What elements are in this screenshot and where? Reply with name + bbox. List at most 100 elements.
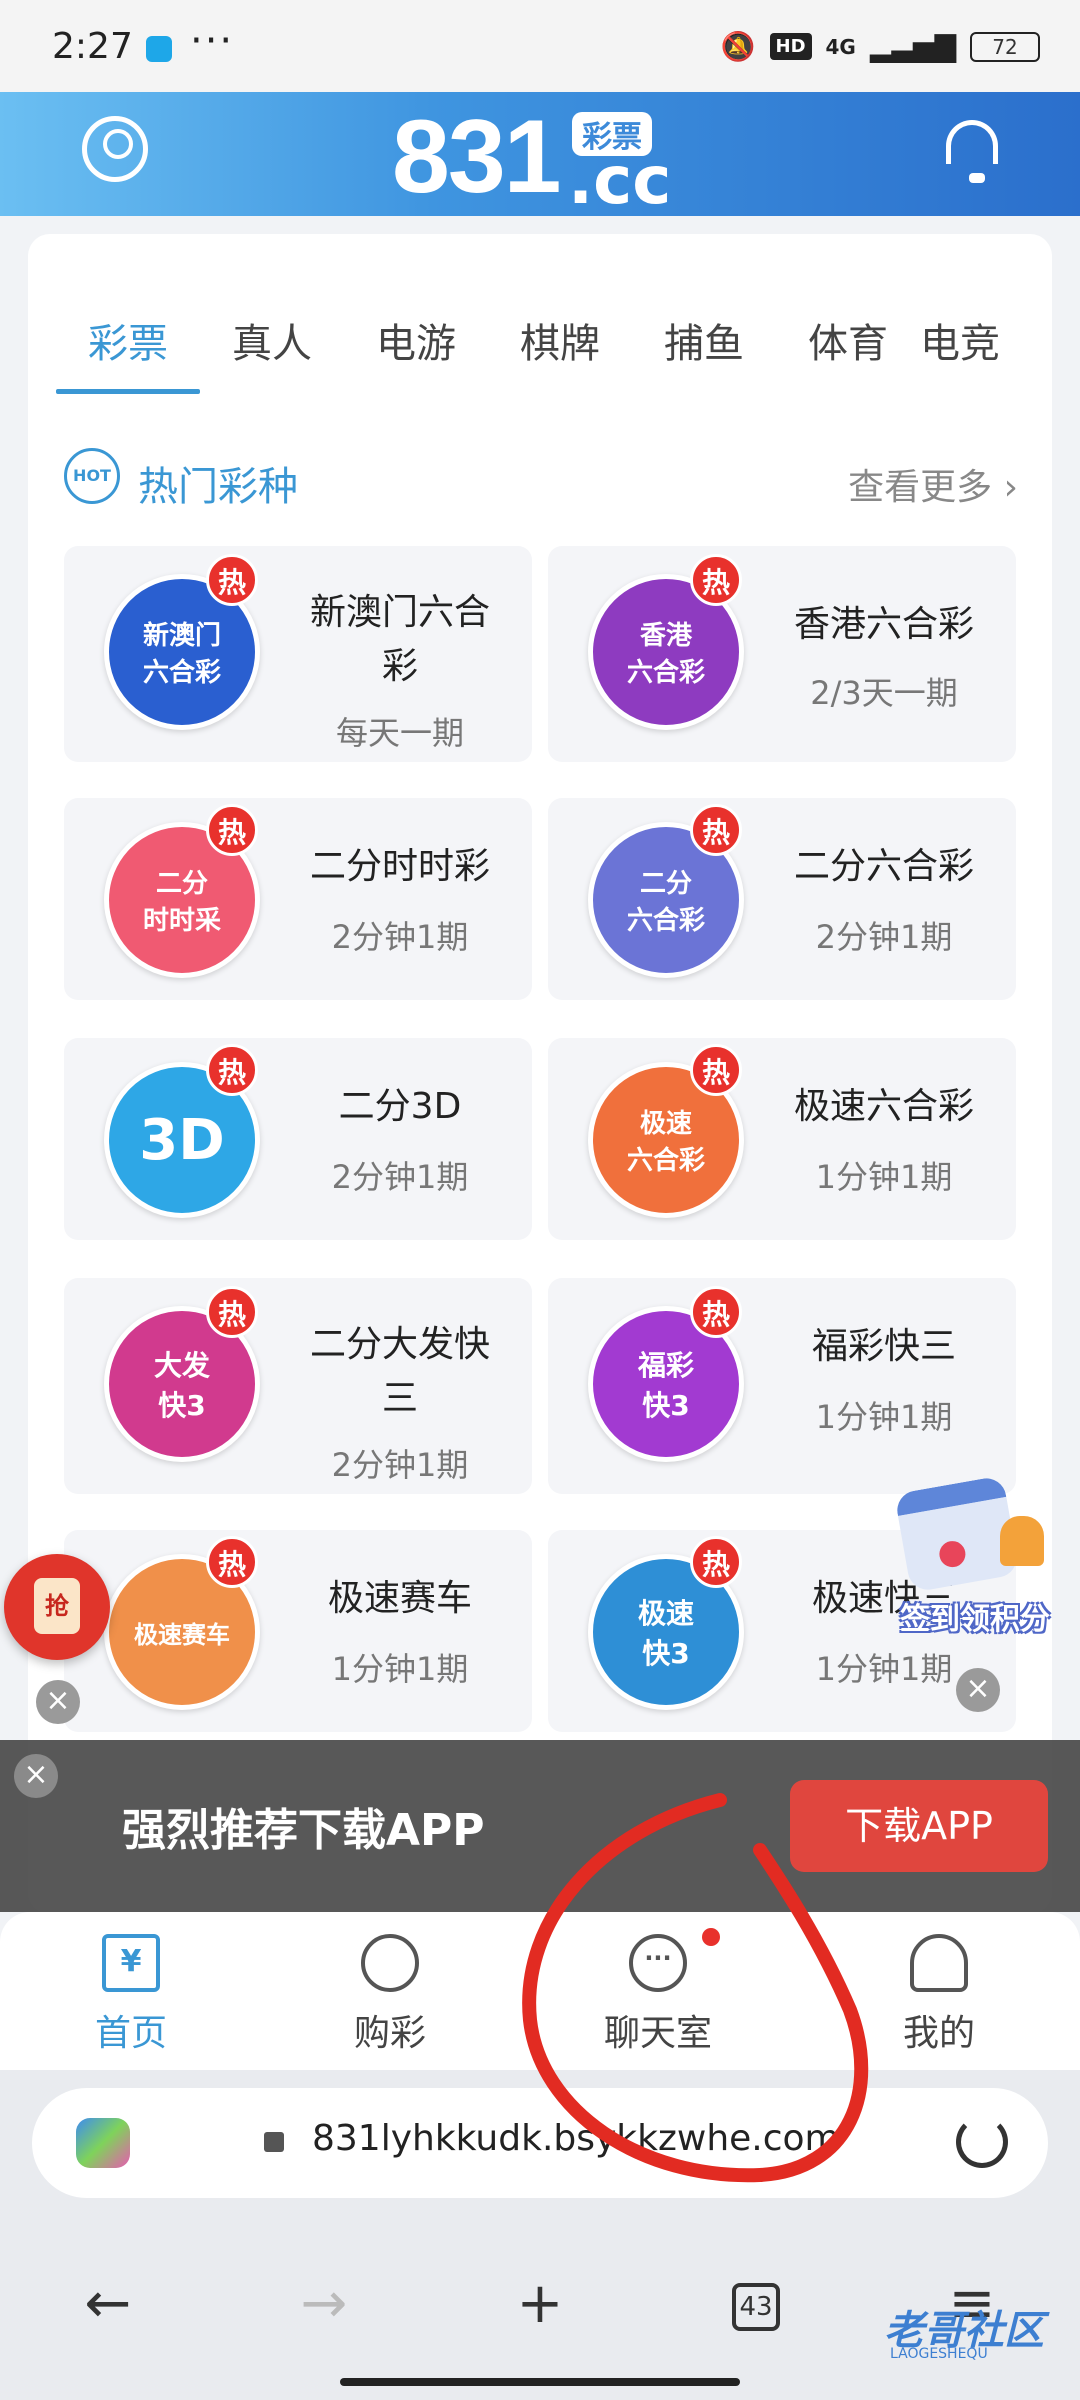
nav-profile[interactable]: 我的	[798, 1912, 1080, 2070]
banner-close-icon[interactable]: ×	[14, 1754, 58, 1798]
back-button[interactable]: ←	[0, 2244, 216, 2364]
game-logo-text: 福彩 快3	[637, 1349, 694, 1422]
red-packet-label: 抢	[34, 1578, 80, 1634]
signal-icon: ▂▃▅▇	[869, 30, 956, 63]
nav-buy[interactable]: 购彩	[262, 1912, 518, 2070]
game-card-2min-ssc[interactable]: 二分 时时采 热 二分时时彩 2分钟1期	[64, 798, 532, 1000]
tabs-button[interactable]: 43	[648, 2244, 864, 2364]
forward-button[interactable]: →	[216, 2244, 432, 2364]
game-period: 2/3天一期	[810, 674, 958, 712]
tab-lottery[interactable]: 彩票	[56, 294, 200, 394]
game-card-fast-mark6[interactable]: 极速 六合彩 热 极速六合彩 1分钟1期	[548, 1038, 1016, 1240]
tab-cards[interactable]: 棋牌	[488, 294, 632, 394]
game-name: 新澳门六合彩	[309, 592, 490, 687]
more-notifications-icon: ···	[190, 18, 235, 64]
sign-in-label[interactable]: 签到领积分	[900, 1594, 1050, 1638]
nav-chatroom-label: 聊天室	[603, 2013, 712, 2054]
game-name: 极速赛车	[327, 1578, 472, 1619]
banner-text: 强烈推荐下载APP	[122, 1805, 485, 1856]
game-logo-text: 3D	[139, 1107, 225, 1173]
new-tab-button[interactable]: +	[432, 2244, 648, 2364]
hot-badge-icon: 热	[690, 804, 742, 856]
url-text[interactable]: 831lyhkkudk.bsykkzwhe.com	[312, 2118, 840, 2159]
hot-badge-icon: 热	[206, 1044, 258, 1096]
game-logo-text: 香港 六合彩	[626, 621, 705, 688]
buy-lottery-icon	[361, 1934, 419, 1992]
sign-in-close-icon[interactable]: ×	[956, 1668, 1000, 1712]
bottom-nav: 首页 购彩 聊天室 我的	[0, 1912, 1080, 2070]
nav-chatroom[interactable]: 聊天室	[518, 1912, 798, 2070]
logo-domain: .cc	[568, 142, 672, 219]
calendar-check-icon	[937, 1539, 968, 1570]
game-logo-text: 新澳门 六合彩	[142, 621, 221, 688]
red-packet-button[interactable]: 抢	[4, 1554, 110, 1660]
tab-esports[interactable]: 电竞	[920, 294, 1000, 394]
copilot-icon[interactable]	[76, 2118, 130, 2168]
hot-badge-icon: 热	[206, 1536, 258, 1588]
hd-icon: HD	[769, 33, 812, 60]
chevron-right-icon: ›	[1003, 467, 1018, 508]
home-icon	[102, 1934, 160, 1992]
home-indicator	[340, 2378, 740, 2386]
game-name: 二分大发快三	[309, 1324, 490, 1419]
sign-in-calendar-icon[interactable]	[894, 1475, 1046, 1596]
hot-badge-icon: 热	[690, 1536, 742, 1588]
hot-badge-icon: 热	[206, 554, 258, 606]
hot-flame-icon: HOT	[64, 448, 120, 504]
tab-fishing[interactable]: 捕鱼	[632, 294, 776, 394]
address-bar[interactable]: 831lyhkkudk.bsykkzwhe.com	[32, 2088, 1048, 2198]
category-tabs: 彩票 真人 电游 棋牌 捕鱼 体育 电竞	[56, 294, 1000, 394]
hot-badge-icon: 热	[206, 804, 258, 856]
game-period: 2分钟1期	[331, 1446, 469, 1484]
game-period: 1分钟1期	[815, 1398, 953, 1436]
app-header: 831 彩票 .cc	[0, 92, 1080, 219]
tab-count-badge: 43	[732, 2282, 780, 2331]
game-period: 2分钟1期	[331, 918, 469, 956]
nav-buy-label: 购彩	[353, 2013, 426, 2054]
status-time: 2:27	[52, 26, 133, 67]
game-period: 1分钟1期	[331, 1650, 469, 1688]
game-period: 2分钟1期	[331, 1158, 469, 1196]
tab-live[interactable]: 真人	[200, 294, 344, 394]
hot-badge-icon: 热	[690, 554, 742, 606]
location-icon	[146, 36, 172, 62]
reload-icon[interactable]	[956, 2116, 1008, 2168]
main-card: 彩票 真人 电游 棋牌 捕鱼 体育 电竞 HOT 热门彩种 查看更多 › 新澳门…	[28, 234, 1052, 1914]
view-more-link[interactable]: 查看更多 ›	[848, 458, 1018, 510]
hot-section-header: HOT 热门彩种 查看更多 ›	[64, 444, 1024, 524]
user-avatar-icon[interactable]	[82, 116, 148, 182]
hot-badge-icon: 热	[206, 1286, 258, 1338]
game-name: 二分3D	[338, 1086, 462, 1127]
game-card-new-macau[interactable]: 新澳门 六合彩 热 新澳门六合彩 每天一期	[64, 546, 532, 762]
nav-home[interactable]: 首页	[0, 1912, 262, 2070]
red-packet-close-icon[interactable]: ×	[36, 1680, 80, 1724]
game-logo-text: 极速赛车	[134, 1620, 230, 1649]
unread-dot-icon	[702, 1928, 720, 1946]
tab-slots[interactable]: 电游	[344, 294, 488, 394]
watermark-logo: 老哥社区 LAOGESHEQU	[840, 2292, 1060, 2372]
network-label: 4G	[825, 34, 856, 59]
game-card-2min-3d[interactable]: 3D 热 二分3D 2分钟1期	[64, 1038, 532, 1240]
game-card-dafa-k3[interactable]: 大发 快3 热 二分大发快三 2分钟1期	[64, 1278, 532, 1494]
tab-sports[interactable]: 体育	[776, 294, 920, 394]
game-period: 1分钟1期	[815, 1650, 953, 1688]
view-more-label: 查看更多	[848, 467, 993, 508]
nav-home-label: 首页	[94, 2013, 167, 2054]
game-card-hk[interactable]: 香港 六合彩 热 香港六合彩 2/3天一期	[548, 546, 1016, 762]
game-card-2min-mark6[interactable]: 二分 六合彩 热 二分六合彩 2分钟1期	[548, 798, 1016, 1000]
game-name: 二分时时彩	[309, 846, 490, 887]
download-app-button[interactable]: 下载APP	[790, 1780, 1048, 1872]
game-name: 极速六合彩	[793, 1086, 974, 1127]
nav-profile-label: 我的	[902, 2013, 975, 2054]
chat-bubble-icon	[629, 1934, 687, 1992]
hot-section-title: 热门彩种	[138, 464, 298, 510]
mute-icon: 🔕	[720, 30, 756, 63]
customer-service-icon[interactable]	[946, 120, 998, 183]
game-logo-text: 极速 六合彩	[626, 1109, 705, 1176]
game-logo-text: 二分 时时采	[142, 869, 221, 936]
game-card-fucai-k3[interactable]: 福彩 快3 热 福彩快三 1分钟1期	[548, 1278, 1016, 1494]
game-period: 1分钟1期	[815, 1158, 953, 1196]
status-bar: 2:27 ··· 🔕 HD 4G ▂▃▅▇ 72	[0, 0, 1080, 92]
game-card-fast-racing[interactable]: 极速赛车 热 极速赛车 1分钟1期	[64, 1530, 532, 1732]
battery-icon: 72	[970, 31, 1040, 62]
